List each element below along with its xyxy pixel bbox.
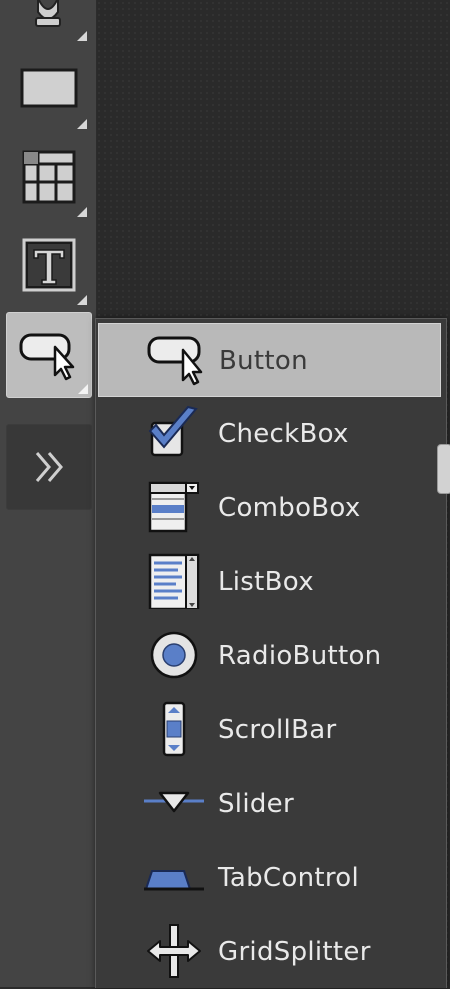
menu-item-label: RadioButton	[218, 641, 382, 671]
gridsplitter-icon	[147, 924, 201, 978]
slider-icon	[144, 791, 204, 813]
tabcontrol-icon	[144, 870, 204, 891]
combobox-icon	[148, 481, 199, 533]
scrollbar-icon	[162, 701, 186, 757]
toolbox	[0, 0, 97, 987]
more-tools-icon	[35, 452, 63, 482]
tool-grid[interactable]	[6, 136, 90, 220]
menu-item-tabcontrol[interactable]: TabControl	[98, 841, 441, 915]
radiobutton-icon	[150, 631, 198, 679]
flyout-indicator	[77, 207, 87, 217]
checkbox-icon	[148, 405, 198, 457]
menu-item-label: ComboBox	[218, 493, 361, 523]
menu-item-label: ScrollBar	[218, 715, 337, 745]
menu-item-button[interactable]: Button	[98, 323, 441, 397]
asset-tool-icon	[35, 0, 61, 27]
flyout-indicator	[77, 31, 87, 41]
scrollbar-thumb[interactable]	[437, 444, 450, 494]
menu-item-label: Slider	[218, 789, 294, 819]
flyout-indicator	[77, 119, 87, 129]
controls-flyout-menu: Button CheckBox ComboBox ListBox RadioBu…	[95, 318, 447, 988]
menu-item-combobox[interactable]: ComboBox	[98, 471, 441, 545]
tool-button[interactable]	[6, 312, 92, 398]
menu-item-slider[interactable]: Slider	[98, 767, 441, 841]
tool-rectangle[interactable]	[6, 48, 90, 132]
menu-item-scrollbar[interactable]: ScrollBar	[98, 693, 441, 767]
tool-text[interactable]	[6, 224, 90, 308]
menu-item-label: Button	[219, 346, 308, 376]
tool-asset[interactable]	[6, 0, 90, 44]
grid-tool-icon	[22, 150, 76, 204]
button-tool-icon	[19, 333, 75, 381]
menu-item-gridsplitter[interactable]: GridSplitter	[98, 915, 441, 989]
flyout-indicator	[78, 384, 88, 394]
menu-item-label: CheckBox	[218, 419, 349, 449]
button-icon	[147, 336, 203, 386]
menu-item-label: ListBox	[218, 567, 314, 597]
rectangle-tool-icon	[20, 68, 78, 108]
menu-item-radiobutton[interactable]: RadioButton	[98, 619, 441, 693]
menu-item-label: GridSplitter	[218, 937, 371, 967]
menu-item-listbox[interactable]: ListBox	[98, 545, 441, 619]
menu-item-label: TabControl	[218, 863, 359, 893]
flyout-indicator	[77, 295, 87, 305]
menu-item-checkbox[interactable]: CheckBox	[98, 397, 441, 471]
text-tool-icon	[22, 238, 76, 292]
more-tools-button[interactable]	[6, 424, 92, 510]
listbox-icon	[148, 553, 200, 609]
